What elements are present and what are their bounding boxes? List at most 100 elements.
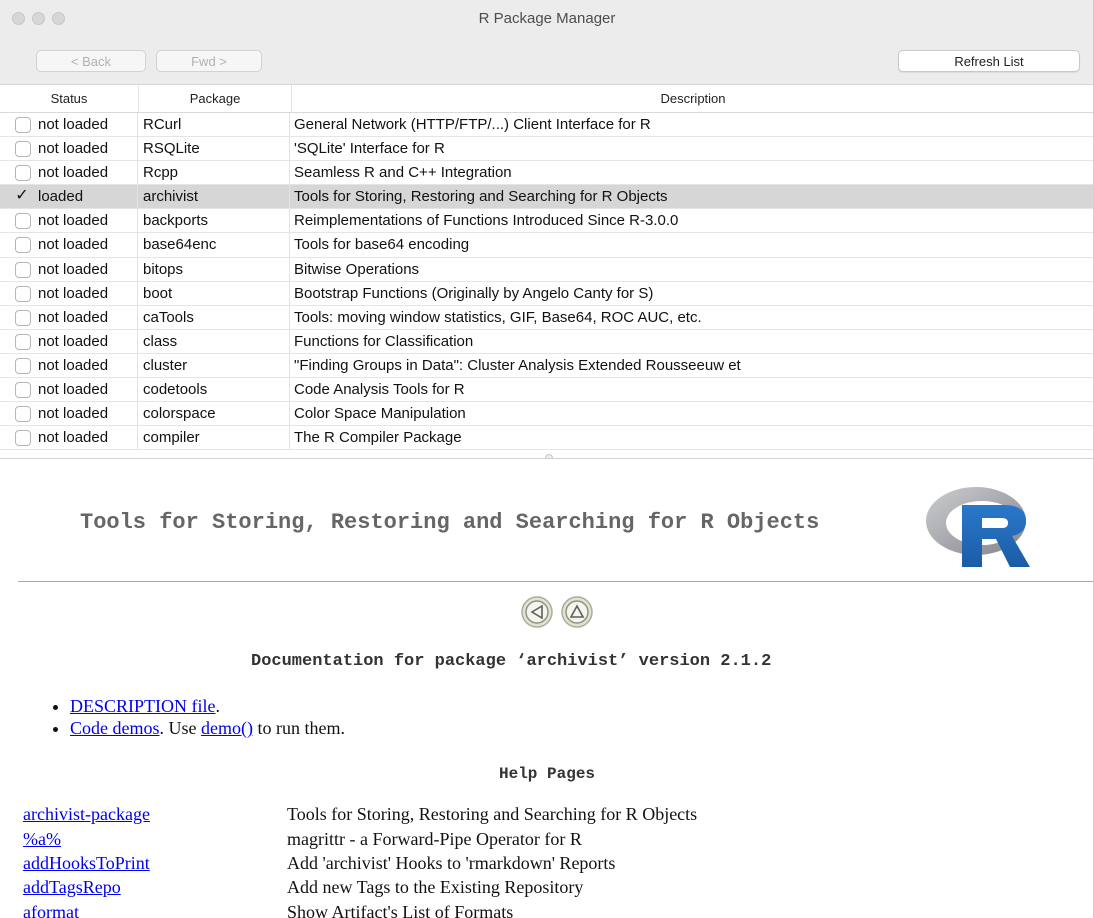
status-text: not loaded [38, 284, 109, 302]
table-row[interactable]: not loaded colorspace Color Space Manipula… [0, 402, 1094, 427]
table-row[interactable]: not loaded bitops Bitwise Operations [0, 257, 1094, 282]
status-text: not loaded [38, 236, 109, 254]
package-name-cell: Rcpp [140, 161, 290, 186]
package-name-cell: backports [140, 209, 290, 234]
load-checkbox[interactable]: ✓ [14, 188, 30, 205]
package-name-cell: base64enc [140, 233, 290, 258]
r-logo-icon [926, 487, 1030, 567]
description-cell: Tools for Storing, Restoring and Searchi… [294, 188, 668, 206]
forward-button[interactable]: Fwd > [156, 50, 262, 72]
doc-version-line: Documentation for package ‘archivist’ ve… [251, 652, 772, 671]
package-name-cell: cluster [140, 353, 290, 378]
description-cell: "Finding Groups in Data": Cluster Analys… [294, 356, 741, 374]
left-arrow-icon[interactable] [521, 596, 553, 628]
status-text: not loaded [38, 429, 109, 447]
table-row[interactable]: not loaded backports Reimplementations of … [0, 209, 1094, 234]
status-text: not loaded [38, 405, 109, 423]
load-checkbox[interactable] [15, 285, 31, 302]
package-name-cell: colorspace [140, 402, 290, 427]
title-bar: R Package Manager [0, 0, 1094, 39]
window-title: R Package Manager [478, 10, 616, 27]
table-row[interactable]: not loaded compiler The R Compiler Package [0, 426, 1094, 451]
load-checkbox[interactable] [15, 165, 31, 182]
status-text: not loaded [38, 140, 109, 158]
status-cell: not loaded [0, 209, 138, 234]
package-name-cell: caTools [140, 305, 290, 330]
column-header-package[interactable]: Package [139, 85, 292, 112]
load-checkbox[interactable] [15, 357, 31, 374]
toolbar: < Back Fwd > Refresh List [0, 38, 1094, 84]
status-text: loaded [38, 188, 84, 206]
package-name-cell: bitops [140, 257, 290, 282]
load-checkbox[interactable] [15, 261, 31, 278]
help-page-link[interactable]: %a% [23, 829, 61, 850]
up-arrow-icon[interactable] [561, 596, 593, 628]
description-file-link[interactable]: DESCRIPTION file [70, 696, 216, 716]
package-name-cell: boot [140, 281, 290, 306]
table-row[interactable]: not loaded Rcpp Seamless R and C++ Integra… [0, 161, 1094, 186]
help-page-link[interactable]: aformat [23, 902, 79, 918]
list-item: DESCRIPTION file. [70, 695, 345, 717]
status-text: not loaded [38, 212, 109, 230]
table-row[interactable]: not loaded codetools Code Analysis Tools f… [0, 378, 1094, 403]
demos-suffix-text: to run them. [252, 718, 345, 738]
table-row[interactable]: not loaded base64enc Tools for base64 enco… [0, 233, 1094, 258]
load-checkbox[interactable] [15, 117, 31, 133]
description-cell: Tools: moving window statistics, GIF, Ba… [294, 308, 702, 326]
help-page-link[interactable]: addHooksToPrint [23, 853, 150, 874]
help-pages-heading: Help Pages [499, 765, 596, 783]
help-page-link[interactable]: addTagsRepo [23, 877, 121, 898]
help-page-description: Show Artifact's List of Formats [287, 902, 514, 918]
status-cell: not loaded [0, 378, 138, 403]
status-cell: not loaded [0, 426, 138, 451]
description-suffix: . [215, 696, 221, 716]
load-checkbox[interactable] [15, 213, 31, 230]
load-checkbox[interactable] [15, 141, 31, 158]
table-row[interactable]: not loaded cluster "Finding Groups in Data… [0, 353, 1094, 379]
load-checkbox[interactable] [15, 430, 31, 447]
description-cell: Reimplementations of Functions Introduce… [294, 212, 679, 230]
status-text: not loaded [38, 116, 109, 133]
table-row[interactable]: ✓ loaded archivist Tools for Storing, Resto… [0, 185, 1094, 210]
refresh-list-button[interactable]: Refresh List [898, 50, 1080, 72]
package-name-cell: compiler [140, 426, 290, 451]
status-text: not loaded [38, 308, 109, 326]
package-table[interactable]: Status Package Description not loaded RCu… [0, 84, 1094, 458]
status-text: not loaded [38, 332, 109, 350]
column-header-status[interactable]: Status [0, 85, 139, 112]
load-checkbox[interactable] [15, 406, 31, 423]
load-checkbox[interactable] [15, 382, 31, 399]
demo-function-link[interactable]: demo() [201, 718, 253, 738]
description-cell: The R Compiler Package [294, 429, 462, 447]
status-cell: not loaded [0, 257, 138, 282]
package-name-cell: RCurl [140, 113, 290, 137]
load-checkbox[interactable] [15, 333, 31, 350]
table-row[interactable]: not loaded RCurl General Network (HTTP/FTP… [0, 113, 1094, 138]
table-row[interactable]: not loaded class Functions for Classificat… [0, 329, 1094, 354]
description-cell: 'SQLite' Interface for R [294, 140, 445, 158]
description-cell: Functions for Classification [294, 332, 474, 350]
status-cell: not loaded [0, 353, 138, 378]
status-text: not loaded [38, 164, 109, 182]
demos-mid-text: . Use [159, 718, 201, 738]
doc-links-list: DESCRIPTION file. Code demos. Use demo()… [52, 695, 345, 739]
table-row[interactable]: not loaded boot Bootstrap Functions (Origi… [0, 281, 1094, 306]
status-cell: ✓ loaded [0, 185, 138, 210]
status-cell: not loaded [0, 281, 138, 306]
description-cell: Seamless R and C++ Integration [294, 164, 512, 182]
load-checkbox[interactable] [15, 309, 31, 326]
help-page-description: Add new Tags to the Existing Repository [287, 877, 584, 897]
table-row[interactable]: not loaded caTools Tools: moving window st… [0, 305, 1094, 330]
back-button[interactable]: < Back [36, 50, 146, 72]
help-page-link[interactable]: archivist-package [23, 804, 150, 825]
package-name-cell: archivist [140, 185, 290, 210]
table-row[interactable]: not loaded RSQLite 'SQLite' Interface for … [0, 137, 1094, 162]
status-text: not loaded [38, 356, 109, 374]
status-cell: not loaded [0, 113, 138, 137]
help-page-description: Add 'archivist' Hooks to 'rmarkdown' Rep… [287, 853, 616, 873]
list-item: Code demos. Use demo() to run them. [70, 717, 345, 739]
status-cell: not loaded [0, 137, 138, 162]
column-header-description[interactable]: Description [292, 85, 1094, 112]
load-checkbox[interactable] [15, 237, 31, 254]
code-demos-link[interactable]: Code demos [70, 718, 160, 738]
